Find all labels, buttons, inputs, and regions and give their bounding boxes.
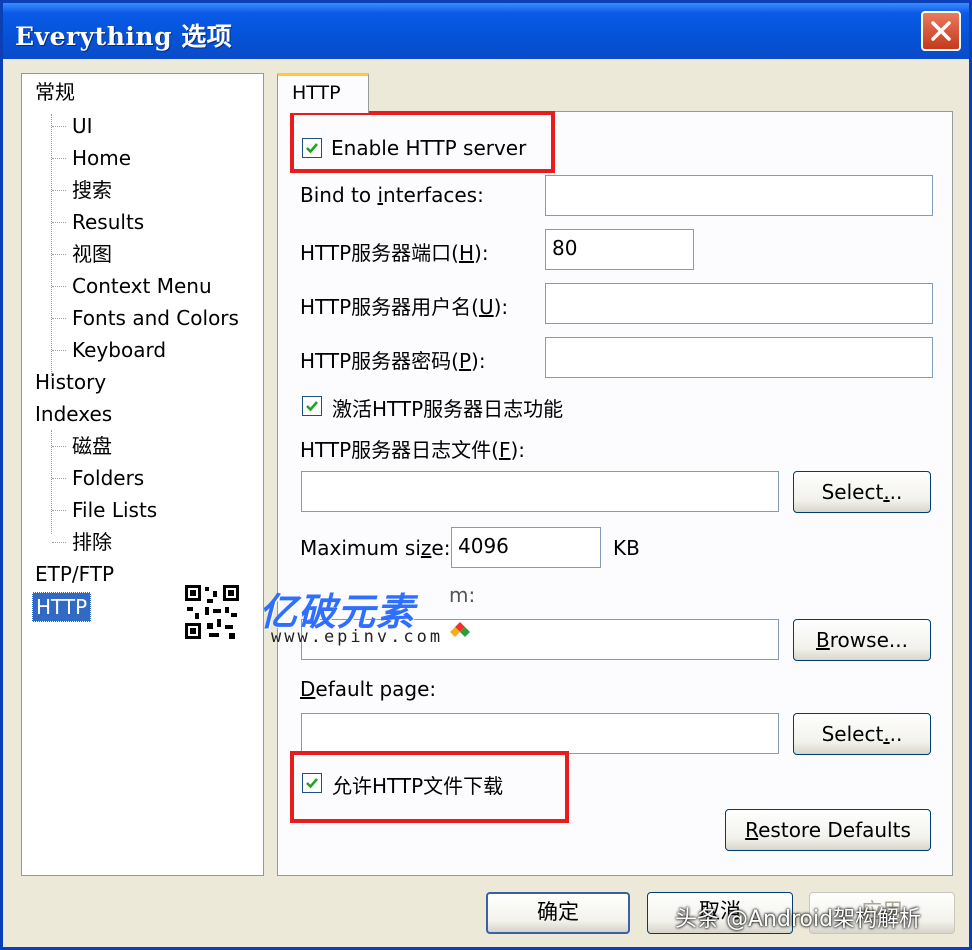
ok-button[interactable]: 确定 (486, 892, 630, 934)
max-size-unit: KB (613, 536, 640, 560)
port-input[interactable]: 80 (545, 229, 694, 270)
tree-item-results[interactable]: Results (72, 208, 144, 236)
tree-item-exclude[interactable]: 排除 (72, 528, 112, 556)
tree-item-search[interactable]: 搜索 (72, 176, 112, 204)
log-file-label: HTTP服务器日志文件(F): (300, 438, 526, 462)
tab-http[interactable]: HTTP (277, 73, 369, 113)
close-button[interactable] (921, 11, 961, 51)
tree-item-fonts-and-colors[interactable]: Fonts and Colors (72, 304, 239, 332)
home-browse-button[interactable]: Browse... (793, 619, 931, 661)
log-file-select-button[interactable]: Select... (793, 471, 931, 513)
max-size-input[interactable]: 4096 (451, 527, 601, 568)
highlight-box (290, 111, 555, 173)
tree-item-etp-ftp[interactable]: ETP/FTP (35, 560, 114, 588)
default-page-select-button[interactable]: Select... (793, 713, 931, 755)
highlight-box (290, 751, 569, 823)
max-size-label: Maximum size: (300, 536, 451, 560)
tree-item-general[interactable]: 常规 (35, 78, 75, 106)
watermark-corner-text: 头条 @Android架构解析 (675, 907, 922, 932)
tree-item-view[interactable]: 视图 (72, 240, 112, 268)
tree-line (51, 114, 52, 378)
tree-item-ui[interactable]: UI (72, 112, 93, 140)
tree-item-folders[interactable]: Folders (72, 464, 144, 492)
tree-item-keyboard[interactable]: Keyboard (72, 336, 166, 364)
checkmark-icon (306, 401, 318, 412)
username-input[interactable] (545, 283, 933, 324)
password-label: HTTP服务器密码(P): (300, 349, 486, 373)
bind-interfaces-input[interactable] (545, 175, 933, 216)
port-label: HTTP服务器端口(H): (300, 241, 489, 265)
bind-interfaces-label: Bind to interfaces: (300, 183, 484, 207)
default-page-input[interactable] (301, 713, 779, 754)
options-window: Everything 选项 常规 UI Home 搜索 Results 视图 C… (0, 0, 972, 950)
enable-log-checkbox[interactable] (302, 396, 322, 416)
close-icon (931, 21, 951, 41)
password-input[interactable] (545, 337, 933, 378)
tree-item-home[interactable]: Home (72, 144, 131, 172)
home-label: m: (449, 583, 476, 607)
restore-defaults-button[interactable]: Restore Defaults (725, 809, 931, 851)
username-label: HTTP服务器用户名(U): (300, 295, 509, 319)
watermark-url: www.epinv.com (271, 627, 444, 647)
window-title: Everything 选项 (15, 22, 233, 51)
watermark-diamond-icon (450, 622, 470, 637)
options-tree[interactable]: 常规 UI Home 搜索 Results 视图 Context Menu Fo… (21, 73, 264, 876)
tree-item-history[interactable]: History (35, 368, 106, 396)
enable-log-label[interactable]: 激活HTTP服务器日志功能 (332, 393, 563, 422)
qr-code-icon (183, 583, 241, 641)
default-page-label: Default page: (300, 677, 437, 701)
title-bar[interactable]: Everything 选项 (3, 3, 969, 59)
tree-item-file-lists[interactable]: File Lists (72, 496, 157, 524)
tree-item-indexes[interactable]: Indexes (35, 400, 112, 428)
tree-item-context-menu[interactable]: Context Menu (72, 272, 212, 300)
tree-item-disk[interactable]: 磁盘 (72, 432, 112, 460)
tree-item-http[interactable]: HTTP (32, 592, 92, 622)
log-file-input[interactable] (301, 471, 779, 512)
